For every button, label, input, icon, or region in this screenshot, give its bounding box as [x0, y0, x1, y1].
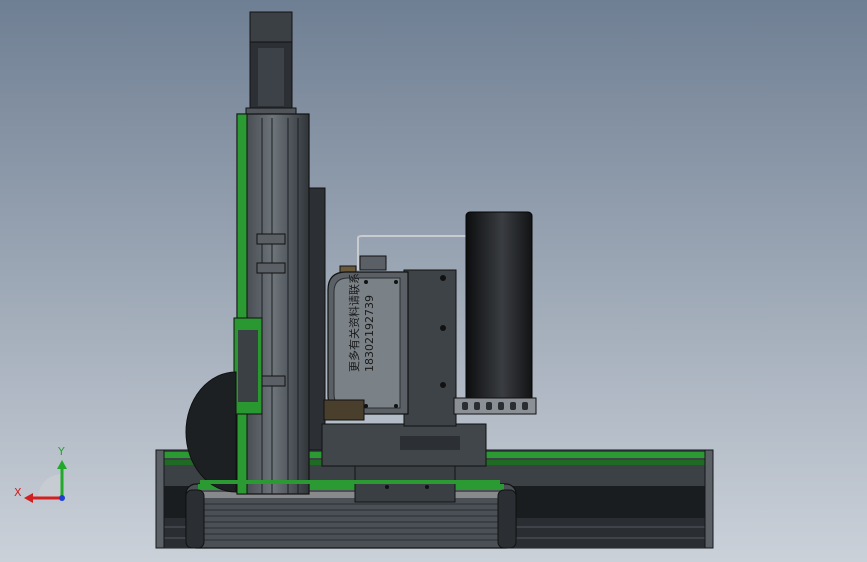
model-label-line1: 更多有关资料请联系 — [347, 273, 361, 372]
drum-roller — [465, 211, 533, 405]
front-guide-rail — [200, 480, 500, 484]
cad-scene[interactable]: 更多有关资料请联系 18302192739 X Y — [0, 0, 867, 562]
triad-z-axis — [59, 495, 65, 501]
model-label-line2: 18302192739 — [363, 295, 376, 372]
base-right-endcap — [704, 449, 714, 549]
head-clamp — [323, 399, 365, 421]
triad-x-label: X — [14, 486, 22, 499]
base-left-endcap — [155, 449, 165, 549]
cad-viewport[interactable]: 更多有关资料请联系 18302192739 X Y — [0, 0, 867, 562]
triad-y-label: Y — [57, 445, 65, 458]
column-slider-2 — [256, 262, 286, 274]
column-slider-1 — [256, 233, 286, 245]
rear-plate — [308, 187, 326, 451]
motor-top — [249, 11, 293, 43]
head-upright — [403, 269, 457, 427]
